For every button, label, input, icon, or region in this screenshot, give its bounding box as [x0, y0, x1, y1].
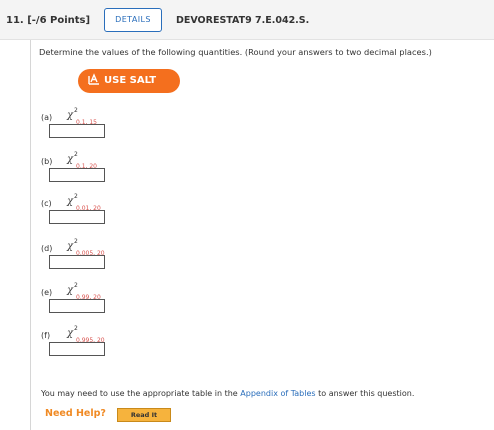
chi-power: 2	[74, 193, 78, 200]
chi-power: 2	[74, 282, 78, 289]
appendix-link[interactable]: Appendix of Tables	[240, 389, 315, 398]
appendix-note-after: to answer this question.	[315, 389, 415, 398]
details-button[interactable]: DETAILS	[104, 8, 162, 32]
chi-power: 2	[74, 151, 78, 158]
use-salt-label: USE SALT	[104, 75, 157, 86]
chi-symbol: χ	[67, 241, 74, 252]
question-body: Determine the values of the following qu…	[30, 40, 494, 430]
chi-symbol: χ	[67, 328, 74, 339]
salt-icon	[88, 73, 99, 85]
use-salt-button[interactable]: USE SALT	[78, 69, 180, 93]
part-label: (d)	[41, 244, 53, 253]
part-label: (b)	[41, 157, 53, 166]
question-id: DEVORESTAT9 7.E.042.S.	[176, 15, 310, 26]
answer-input-d[interactable]	[49, 255, 105, 269]
answer-input-e[interactable]	[49, 299, 105, 313]
answer-input-c[interactable]	[49, 210, 105, 224]
answer-input-b[interactable]	[49, 168, 105, 182]
chi-symbol: χ	[67, 285, 74, 296]
answer-input-a[interactable]	[49, 124, 105, 138]
chi-symbol: χ	[67, 196, 74, 207]
part-label: (f)	[41, 331, 51, 340]
part-label: (a)	[41, 113, 53, 122]
question-number: 11. [-/6 Points]	[6, 15, 91, 26]
chi-symbol: χ	[67, 154, 74, 165]
chi-symbol: χ	[67, 110, 74, 121]
read-it-button[interactable]: Read It	[117, 408, 171, 422]
chi-power: 2	[74, 107, 78, 114]
answer-input-f[interactable]	[49, 342, 105, 356]
need-help-label: Need Help?	[45, 408, 106, 419]
chi-power: 2	[74, 325, 78, 332]
part-label: (c)	[41, 199, 52, 208]
question-header: 11. [-/6 Points] DETAILS DEVORESTAT9 7.E…	[0, 0, 494, 40]
appendix-note-before: You may need to use the appropriate tabl…	[41, 389, 241, 398]
chi-power: 2	[74, 238, 78, 245]
part-label: (e)	[41, 288, 53, 297]
appendix-note: You may need to use the appropriate tabl…	[41, 389, 414, 398]
instruction-text: Determine the values of the following qu…	[39, 47, 432, 57]
